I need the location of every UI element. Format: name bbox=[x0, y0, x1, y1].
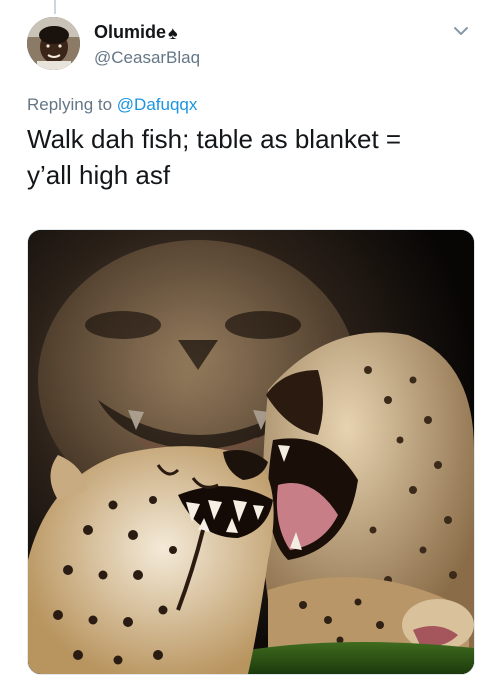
tweet-text-line-2: y’all high asf bbox=[27, 160, 171, 190]
name-row: Olumide ♠ bbox=[94, 22, 178, 43]
replying-to-line: Replying to @Dafuqqx bbox=[27, 95, 197, 115]
display-name[interactable]: Olumide bbox=[94, 22, 166, 43]
replying-to-label: Replying to bbox=[27, 95, 113, 114]
tweet: Olumide ♠ @CeasarBlaq Replying to @Dafuq… bbox=[0, 0, 500, 688]
tweet-text: Walk dah fish; table as blanket = y’all … bbox=[27, 121, 477, 193]
reply-mention-link[interactable]: @Dafuqqx bbox=[117, 95, 198, 114]
user-handle[interactable]: @CeasarBlaq bbox=[94, 48, 200, 68]
tweet-text-line-1: Walk dah fish; table as blanket = bbox=[27, 124, 402, 154]
avatar[interactable] bbox=[27, 17, 80, 70]
thread-connector-line bbox=[54, 0, 56, 14]
chevron-down-icon[interactable] bbox=[452, 24, 470, 38]
laughing-cheetahs-photo bbox=[28, 230, 474, 674]
spade-icon: ♠ bbox=[168, 22, 178, 43]
tweet-media-image[interactable] bbox=[27, 229, 475, 675]
